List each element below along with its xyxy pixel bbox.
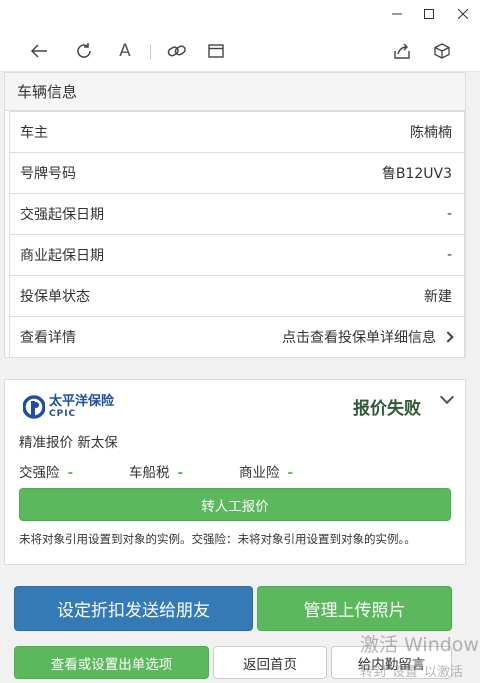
refresh-icon [77, 43, 91, 58]
row-view-details[interactable]: 查看详情 点击查看投保单详细信息 [10, 316, 464, 357]
leave-message-button[interactable]: 给内勤留言 [331, 646, 452, 679]
row-value: 新建 [424, 289, 452, 305]
vehicle-info-panel: 车辆信息 车主 陈楠楠 号牌号码 鲁B12UV3 交强起保日期 - 商业起保日期… [4, 72, 466, 358]
back-icon [30, 44, 47, 58]
row-value: - [446, 247, 452, 263]
row-value: 鲁B12UV3 [381, 166, 452, 182]
row-policy-status: 投保单状态 新建 [10, 275, 464, 316]
row-label: 号牌号码 [20, 166, 76, 182]
view-details-link[interactable]: 点击查看投保单详细信息 [282, 327, 454, 347]
insurance-value: - [177, 465, 184, 481]
manual-quote-button[interactable]: 转人工报价 [19, 488, 451, 521]
insurance-label: 车船税 [129, 465, 170, 481]
cube-button[interactable] [429, 38, 455, 64]
close-button[interactable] [452, 4, 474, 24]
font-size-button[interactable]: A [112, 38, 138, 64]
row-value: 点击查看投保单详细信息 [282, 330, 436, 346]
row-value: - [446, 206, 452, 222]
cube-icon [434, 43, 450, 59]
row-label: 商业起保日期 [20, 248, 104, 264]
maximize-button[interactable] [418, 4, 440, 24]
insurance-label: 交强险 [19, 465, 60, 481]
refresh-button[interactable] [71, 38, 97, 64]
minimize-button[interactable] [386, 4, 408, 24]
share-icon [394, 43, 410, 59]
row-label: 查看详情 [20, 330, 76, 346]
row-commercial-start-date: 商业起保日期 - [10, 234, 464, 275]
row-label: 投保单状态 [20, 289, 90, 305]
cpic-logo-icon [23, 395, 45, 419]
issue-options-button[interactable]: 查看或设置出单选项 [14, 646, 209, 679]
link-button[interactable] [164, 38, 190, 64]
error-note: 未将对象引用设置到对象的实例。交强险：未将对象引用设置到对象的实例。。 [19, 532, 416, 546]
back-button[interactable] [26, 38, 52, 64]
send-to-friend-button[interactable]: 设定折扣发送给朋友 [14, 586, 253, 631]
row-label: 车主 [20, 125, 48, 141]
insurance-label: 商业险 [239, 465, 280, 481]
vehicle-info-list: 车主 陈楠楠 号牌号码 鲁B12UV3 交强起保日期 - 商业起保日期 - 投保… [9, 111, 465, 358]
cpic-logo-text: 太平洋保险 CPIC [49, 395, 114, 419]
row-owner: 车主 陈楠楠 [10, 111, 464, 152]
browser-toolbar: A [0, 28, 480, 72]
window-icon [208, 44, 224, 58]
vehicle-info-title: 车辆信息 [5, 73, 465, 111]
quote-subtitle: 精准报价 新太保 [19, 435, 118, 451]
compulsory-insurance: 交强险 - [19, 461, 73, 481]
row-value: 陈楠楠 [410, 125, 452, 141]
title-bar [0, 0, 480, 28]
chevron-right-icon [442, 331, 454, 343]
vessel-tax: 车船税 - [129, 461, 183, 481]
upload-photos-button[interactable]: 管理上传照片 [257, 586, 452, 631]
insurance-value: - [67, 465, 74, 481]
cpic-logo: 太平洋保险 CPIC [23, 394, 114, 420]
close-icon [458, 9, 468, 19]
commercial-insurance: 商业险 - [239, 461, 293, 481]
row-plate-number: 号牌号码 鲁B12UV3 [10, 152, 464, 193]
share-button[interactable] [389, 38, 415, 64]
link-icon [167, 45, 186, 57]
quote-card: 太平洋保险 CPIC 报价失败 精准报价 新太保 交强险 - 车船税 - 商业险 - … [4, 379, 466, 565]
back-home-button[interactable]: 返回首页 [213, 646, 327, 679]
cpic-logo-en: CPIC [49, 409, 77, 419]
row-label: 交强起保日期 [20, 207, 104, 223]
chevron-down-icon[interactable] [439, 389, 455, 405]
insurance-value: - [287, 465, 294, 481]
window-button[interactable] [203, 38, 229, 64]
font-icon: A [119, 41, 131, 61]
quote-status: 报价失败 [353, 399, 421, 419]
cpic-logo-cn: 太平洋保险 [49, 394, 115, 409]
row-compulsory-start-date: 交强起保日期 - [10, 193, 464, 234]
toolbar-divider [150, 44, 151, 60]
maximize-icon [424, 9, 434, 19]
minimize-icon [392, 13, 402, 15]
